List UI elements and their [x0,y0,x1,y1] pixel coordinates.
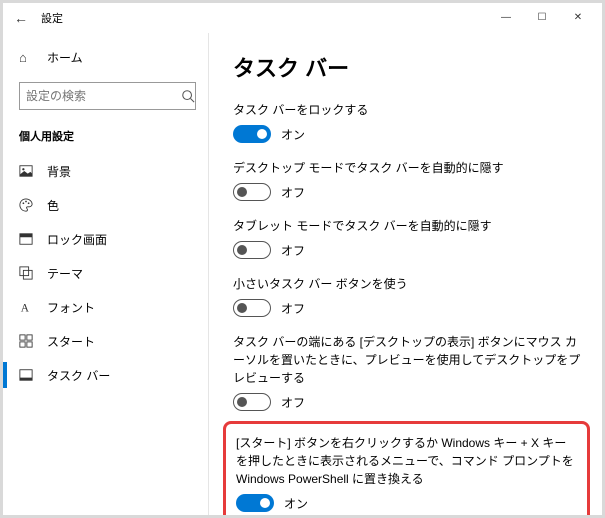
sidebar-item-label: テーマ [47,265,83,282]
toggle-autohide-desktop[interactable] [233,183,271,201]
setting-lock-taskbar: タスク バーをロックする オン [233,101,582,143]
toggle-state-text: オン [281,126,305,143]
sidebar-item-colors[interactable]: 色 [3,188,208,222]
highlighted-setting: [スタート] ボタンを右クリックするか Windows キー + X キーを押し… [223,421,590,515]
content-pane: タスク バー タスク バーをロックする オン デスクトップ モードでタスク バー… [209,33,602,515]
minimize-button[interactable]: ― [488,6,524,30]
toggle-powershell-replace[interactable] [236,494,274,512]
setting-label: 小さいタスク バー ボタンを使う [233,275,582,293]
setting-label: デスクトップ モードでタスク バーを自動的に隠す [233,159,582,177]
toggle-lock-taskbar[interactable] [233,125,271,143]
theme-icon [19,266,35,280]
toggle-small-buttons[interactable] [233,299,271,317]
titlebar: ← 設定 ― ☐ ✕ [3,3,602,33]
setting-label: タスク バーをロックする [233,101,582,119]
search-box[interactable] [19,82,196,110]
sidebar-item-fonts[interactable]: A フォント [3,290,208,324]
lock-screen-icon [19,232,35,246]
setting-label: タスク バーの端にある [デスクトップの表示] ボタンにマウス カーソルを置いた… [233,333,582,387]
maximize-button[interactable]: ☐ [524,6,560,30]
setting-peek-desktop: タスク バーの端にある [デスクトップの表示] ボタンにマウス カーソルを置いた… [233,333,582,411]
sidebar-item-lockscreen[interactable]: ロック画面 [3,222,208,256]
taskbar-icon [19,368,35,382]
setting-autohide-tablet: タブレット モードでタスク バーを自動的に隠す オフ [233,217,582,259]
window-title: 設定 [41,10,63,26]
sidebar-section-heading: 個人用設定 [3,124,208,154]
search-icon [181,89,195,103]
sidebar: ⌂ ホーム 個人用設定 背景 色 ロック画面 [3,33,209,515]
search-input[interactable] [26,89,181,103]
home-link[interactable]: ⌂ ホーム [3,43,208,72]
setting-autohide-desktop: デスクトップ モードでタスク バーを自動的に隠す オフ [233,159,582,201]
sidebar-item-background[interactable]: 背景 [3,154,208,188]
image-icon [19,164,35,178]
toggle-state-text: オフ [281,394,305,411]
setting-label: タブレット モードでタスク バーを自動的に隠す [233,217,582,235]
toggle-peek-desktop[interactable] [233,393,271,411]
sidebar-item-label: フォント [47,299,95,316]
toggle-state-text: オフ [281,300,305,317]
sidebar-item-label: 背景 [47,163,71,180]
toggle-state-text: オン [284,495,308,512]
font-icon: A [19,300,35,314]
sidebar-item-start[interactable]: スタート [3,324,208,358]
setting-label: [スタート] ボタンを右クリックするか Windows キー + X キーを押し… [236,434,575,488]
setting-small-buttons: 小さいタスク バー ボタンを使う オフ [233,275,582,317]
page-heading: タスク バー [233,51,582,83]
sidebar-item-label: タスク バー [47,367,110,384]
close-button[interactable]: ✕ [560,6,596,30]
sidebar-item-taskbar[interactable]: タスク バー [3,358,208,392]
toggle-state-text: オフ [281,184,305,201]
start-icon [19,334,35,348]
svg-text:A: A [21,302,30,314]
toggle-state-text: オフ [281,242,305,259]
sidebar-item-label: ロック画面 [47,231,107,248]
setting-powershell-replace: [スタート] ボタンを右クリックするか Windows キー + X キーを押し… [236,434,575,512]
palette-icon [19,198,35,212]
sidebar-item-label: 色 [47,197,59,214]
toggle-autohide-tablet[interactable] [233,241,271,259]
sidebar-item-label: スタート [47,333,95,350]
home-icon: ⌂ [19,50,35,65]
home-label: ホーム [47,49,83,66]
sidebar-item-themes[interactable]: テーマ [3,256,208,290]
back-button[interactable]: ← [9,10,33,26]
